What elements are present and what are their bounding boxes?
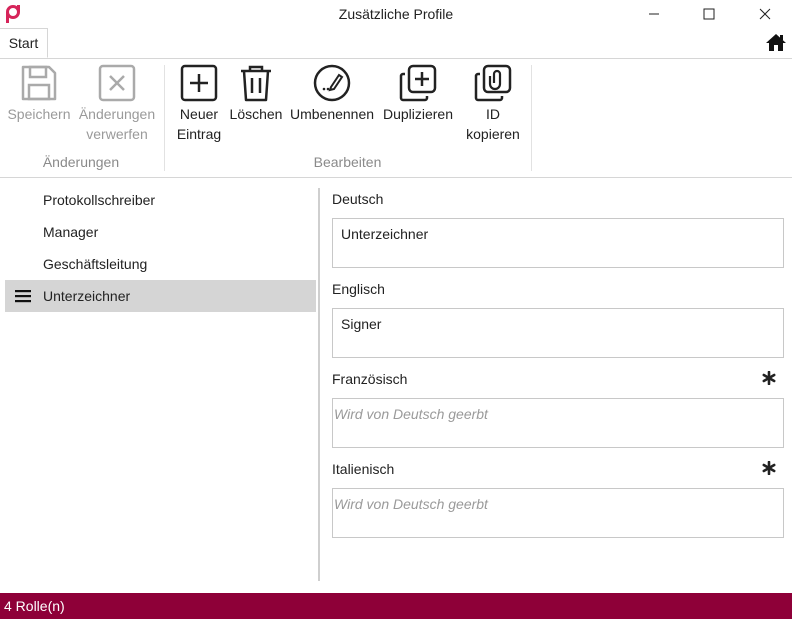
save-icon	[21, 65, 57, 101]
english-field[interactable]: Signer	[332, 308, 784, 358]
list-item[interactable]: Geschäftsleitung	[5, 248, 316, 280]
new-entry-label-line2: Eintrag	[176, 126, 222, 142]
discard-label-line1: Änderungen	[78, 106, 156, 122]
hamburger-menu-icon[interactable]	[15, 289, 31, 303]
rename-label: Umbenennen	[289, 106, 375, 122]
ribbon: Speichern Änderungen verwerfen Änderunge…	[0, 59, 792, 178]
new-entry-label-line1: Neuer	[179, 106, 219, 122]
rename-icon	[313, 64, 351, 102]
italian-field[interactable]: Wird von Deutsch geerbt	[332, 488, 784, 538]
field-label-italian: Italienisch	[332, 461, 395, 477]
duplicate-label: Duplizieren	[382, 106, 454, 122]
field-label-german: Deutsch	[332, 191, 384, 207]
delete-label: Löschen	[229, 106, 283, 122]
home-icon[interactable]	[765, 32, 787, 52]
discard-label-line2: verwerfen	[86, 126, 148, 142]
status-bar: 4 Rolle(n)	[0, 593, 792, 619]
copy-id-label-line2: kopieren	[466, 126, 520, 142]
minimize-icon	[649, 13, 659, 15]
list-item-label: Protokollschreiber	[43, 192, 156, 208]
minimize-button[interactable]	[631, 0, 677, 28]
new-entry-label: Neuer Eintrag	[176, 104, 222, 144]
maximize-icon	[703, 8, 715, 20]
discard-icon	[98, 64, 136, 102]
panel-splitter[interactable]	[318, 188, 320, 581]
french-field[interactable]: Wird von Deutsch geerbt	[332, 398, 784, 448]
save-label: Speichern	[7, 106, 71, 122]
group-label-edit: Bearbeiten	[313, 154, 382, 170]
list-item[interactable]: Manager	[5, 216, 316, 248]
field-label-english: Englisch	[332, 281, 385, 297]
copy-id-icon	[474, 64, 512, 102]
discard-label: Änderungen verwerfen	[76, 104, 158, 144]
list-item-label: Manager	[43, 224, 99, 240]
list-item-label: Geschäftsleitung	[43, 256, 148, 272]
list-item-label: Unterzeichner	[43, 288, 131, 304]
maximize-button[interactable]	[686, 0, 732, 28]
copy-id-label: ID kopieren	[462, 104, 524, 144]
asterisk-icon	[762, 461, 776, 475]
asterisk-icon	[762, 371, 776, 385]
duplicate-icon	[399, 64, 437, 102]
ribbon-group-separator	[164, 65, 165, 171]
list-item-selected[interactable]: Unterzeichner	[5, 280, 316, 312]
close-icon	[759, 8, 771, 20]
plus-square-icon	[180, 64, 218, 102]
tab-start[interactable]: Start	[0, 28, 48, 58]
close-button[interactable]	[742, 0, 788, 28]
german-field[interactable]: Unterzeichner	[332, 218, 784, 268]
ribbon-group-separator	[531, 65, 532, 171]
copy-id-label-line1: ID	[486, 106, 500, 122]
list-item[interactable]: Protokollschreiber	[5, 184, 316, 216]
group-label-changes: Änderungen	[42, 154, 120, 170]
trash-icon	[241, 65, 271, 102]
field-label-french: Französisch	[332, 371, 408, 387]
title-bar: Zusätzliche Profile	[0, 0, 792, 28]
ribbon-tab-row: Start	[0, 28, 792, 59]
profile-list: Protokollschreiber Manager Geschäftsleit…	[5, 184, 316, 312]
